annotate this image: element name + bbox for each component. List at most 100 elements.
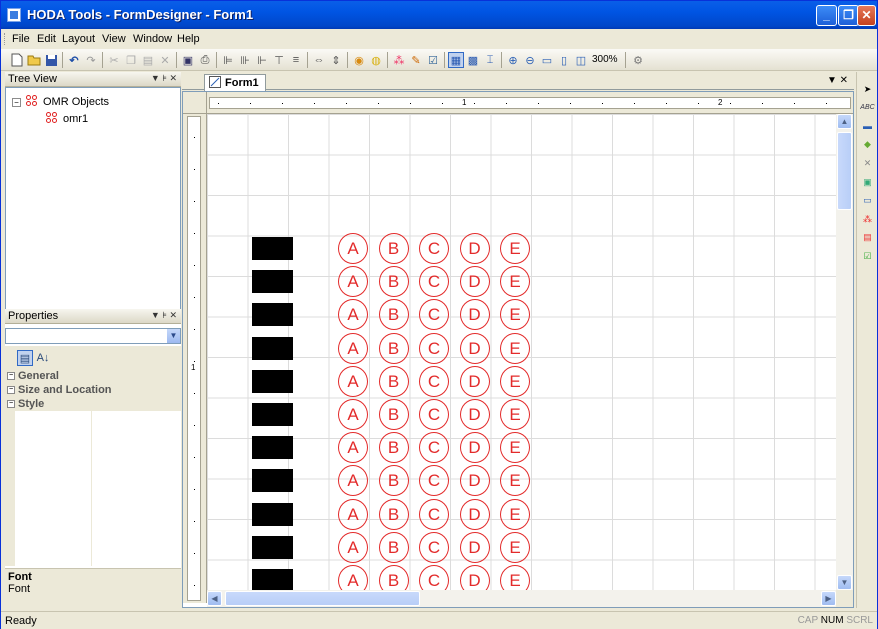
zoom-in-icon[interactable]: ⊕: [505, 52, 521, 68]
omr-bubble-d[interactable]: D: [459, 531, 490, 563]
save-icon[interactable]: [43, 52, 59, 68]
properties-icon[interactable]: ☑: [425, 52, 441, 68]
omr-bubble-c[interactable]: C: [419, 565, 449, 590]
menu-view[interactable]: View: [102, 33, 126, 45]
tree-node-omr-objects[interactable]: − OMR Objects: [12, 94, 109, 110]
omr-bubble-c[interactable]: C: [419, 266, 449, 298]
line-tool-icon[interactable]: ✕: [860, 156, 875, 171]
zoom-fit-icon[interactable]: ▭: [539, 52, 555, 68]
collapse-icon[interactable]: −: [7, 372, 15, 380]
omr-bubble-d[interactable]: D: [459, 299, 490, 331]
omr-bubble-b[interactable]: B: [378, 565, 409, 590]
delete-icon[interactable]: ✕: [157, 52, 173, 68]
align-middle-icon[interactable]: ≡: [288, 52, 304, 68]
timing-mark[interactable]: [252, 469, 293, 493]
scroll-right-icon[interactable]: ▶: [821, 591, 836, 606]
vertical-scrollbar[interactable]: ▲ ▼: [836, 114, 853, 590]
omr-bubble-a[interactable]: A: [338, 332, 368, 364]
omr-bubble-a[interactable]: A: [338, 531, 368, 563]
omr-bubble-d[interactable]: D: [459, 565, 490, 590]
omr-bubble-d[interactable]: D: [459, 399, 490, 430]
category-size-location[interactable]: − Size and Location: [5, 383, 181, 397]
omr-bubble-d[interactable]: D: [459, 332, 490, 364]
category-general[interactable]: − General: [5, 369, 181, 383]
image-tool-icon[interactable]: ▣: [860, 175, 875, 190]
timing-mark[interactable]: [252, 436, 293, 460]
scroll-down-icon[interactable]: ▼: [837, 575, 852, 590]
categorized-icon[interactable]: ▤: [17, 350, 33, 366]
checkbox-tool-icon[interactable]: ☑: [860, 249, 875, 264]
print-preview-icon[interactable]: ▣: [180, 52, 196, 68]
omr-bubble-a[interactable]: A: [338, 498, 368, 530]
omr-bubble-a[interactable]: A: [338, 299, 368, 331]
omr-bubble-c[interactable]: C: [419, 365, 449, 397]
timing-mark[interactable]: [252, 336, 293, 360]
same-size-icon[interactable]: ⇕: [328, 52, 344, 68]
properties-header[interactable]: Properties ▼ ⊧ ✕: [5, 309, 181, 324]
zoom-actual-icon[interactable]: ◫: [573, 52, 589, 68]
omr-bubble-e[interactable]: E: [500, 432, 530, 464]
menu-layout[interactable]: Layout: [62, 33, 95, 45]
omr-bubble-c[interactable]: C: [419, 432, 449, 464]
timing-mark[interactable]: [252, 303, 293, 327]
omr-bubble-c[interactable]: C: [419, 465, 449, 497]
chevron-down-icon[interactable]: ▼: [166, 329, 180, 343]
omr-bubble-c[interactable]: C: [419, 299, 449, 331]
omr-bubble-a[interactable]: A: [338, 266, 368, 298]
show-grid-icon[interactable]: ▦: [448, 52, 464, 68]
omr-bubble-e[interactable]: E: [500, 233, 530, 264]
minimize-button[interactable]: _: [816, 5, 837, 26]
omr-bubble-e[interactable]: E: [500, 399, 530, 430]
omr-bubble-d[interactable]: D: [459, 266, 490, 298]
omr-bubble-b[interactable]: B: [378, 531, 409, 563]
collapse-icon[interactable]: −: [7, 400, 15, 408]
align-right-icon[interactable]: ⊩: [254, 52, 270, 68]
omr-bubble-e[interactable]: E: [500, 531, 530, 563]
category-style[interactable]: − Style: [5, 397, 181, 411]
settings-icon[interactable]: ⚙: [630, 52, 646, 68]
omr-bubble-a[interactable]: A: [338, 233, 368, 264]
omr-bubble-a[interactable]: A: [338, 465, 368, 497]
omr-bubble-e[interactable]: E: [500, 332, 530, 364]
omr-bubble-d[interactable]: D: [459, 498, 490, 530]
align-center-icon[interactable]: ⊪: [237, 52, 253, 68]
zoom-out-icon[interactable]: ⊖: [522, 52, 538, 68]
send-back-icon[interactable]: ◍: [368, 52, 384, 68]
tree-node-omr1[interactable]: omr1: [44, 111, 88, 127]
omr-bubble-c[interactable]: C: [419, 399, 449, 430]
horizontal-scrollbar[interactable]: ◀ ▶: [207, 590, 836, 607]
zoom-level[interactable]: 300%: [592, 54, 618, 65]
omr-tool-icon[interactable]: ⁂: [860, 212, 875, 227]
omr-bubble-b[interactable]: B: [378, 233, 409, 264]
snap-grid-icon[interactable]: ▩: [465, 52, 481, 68]
close-button[interactable]: ✕: [857, 5, 876, 26]
label-tool-icon[interactable]: ABC: [860, 100, 875, 115]
rectangle-tool-icon[interactable]: ▬: [860, 119, 875, 134]
omr-bubble-b[interactable]: B: [378, 498, 409, 530]
pointer-icon[interactable]: ➤: [860, 82, 875, 97]
undo-icon[interactable]: ↶: [66, 52, 82, 68]
tab-form1[interactable]: Form1: [204, 74, 266, 91]
timing-mark[interactable]: [252, 237, 293, 260]
redo-icon[interactable]: ↷: [83, 52, 99, 68]
omr-bubble-e[interactable]: E: [500, 498, 530, 530]
print-icon[interactable]: ⎙: [197, 52, 213, 68]
omr-bubble-b[interactable]: B: [378, 365, 409, 397]
design-canvas[interactable]: ABCDEABCDEABCDEABCDEABCDEABCDEABCDEABCDE…: [207, 114, 836, 590]
new-icon[interactable]: [9, 52, 25, 68]
omr-bubble-e[interactable]: E: [500, 266, 530, 298]
omr-bubble-e[interactable]: E: [500, 299, 530, 331]
timing-mark[interactable]: [252, 403, 293, 426]
scroll-left-icon[interactable]: ◀: [207, 591, 222, 606]
timing-mark[interactable]: [252, 535, 293, 559]
omr-bubble-e[interactable]: E: [500, 465, 530, 497]
omr-insert-icon[interactable]: ⁂: [391, 52, 407, 68]
collapse-icon[interactable]: −: [7, 386, 15, 394]
zoom-page-icon[interactable]: ▯: [556, 52, 572, 68]
omr-bubble-b[interactable]: B: [378, 266, 409, 298]
property-grid[interactable]: [5, 411, 181, 566]
barcode-tool-icon[interactable]: ▭: [860, 193, 875, 208]
omr-bubble-d[interactable]: D: [459, 432, 490, 464]
omr-bubble-c[interactable]: C: [419, 233, 449, 264]
bring-front-icon[interactable]: ◉: [351, 52, 367, 68]
